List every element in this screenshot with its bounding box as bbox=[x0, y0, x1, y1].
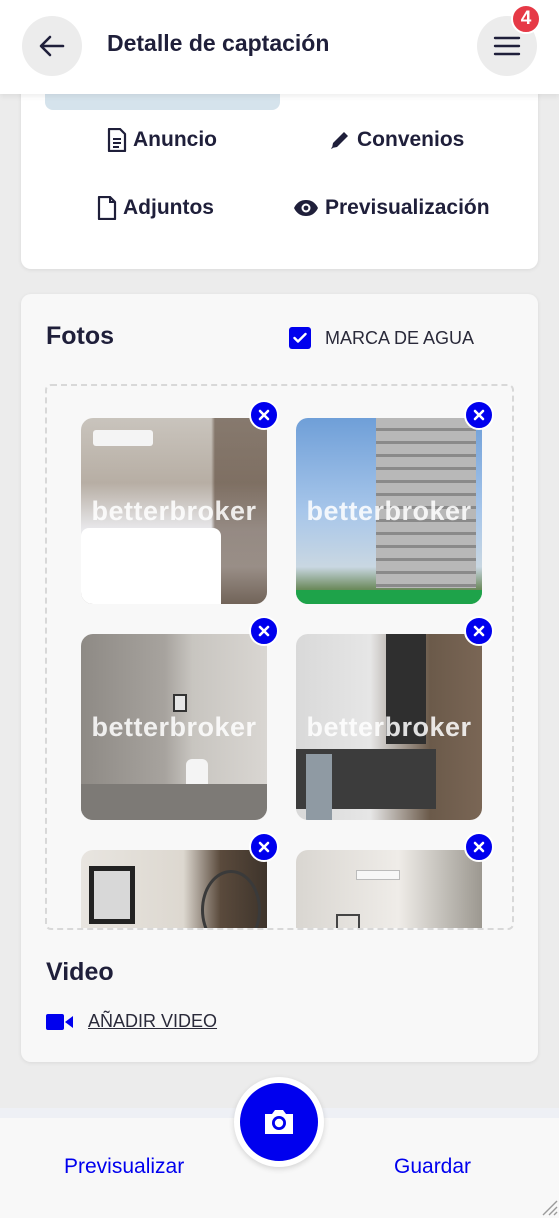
photo-watermark: betterbroker bbox=[296, 928, 482, 930]
photo-item[interactable]: betterbroker bbox=[81, 850, 267, 930]
photo-item[interactable]: betterbroker bbox=[81, 418, 267, 604]
photos-card: Fotos MARCA DE AGUA betterbroker betterb… bbox=[21, 294, 538, 1062]
arrow-left-icon bbox=[39, 35, 65, 57]
back-button[interactable] bbox=[22, 16, 82, 76]
photo-watermark: betterbroker bbox=[81, 928, 267, 930]
pencil-icon bbox=[331, 132, 348, 149]
resize-handle-icon[interactable] bbox=[540, 1198, 558, 1216]
page-title: Detalle de captación bbox=[107, 30, 330, 56]
anuncio-label: Anuncio bbox=[133, 128, 217, 151]
adjuntos-label: Adjuntos bbox=[123, 196, 214, 219]
photo-item[interactable]: betterbroker bbox=[296, 634, 482, 820]
remove-photo-button[interactable] bbox=[249, 616, 279, 646]
convenios-action[interactable]: Convenios bbox=[329, 128, 464, 152]
photo-item[interactable]: betterbroker bbox=[81, 634, 267, 820]
close-icon bbox=[258, 841, 270, 853]
camera-icon bbox=[265, 1110, 293, 1134]
photo-item[interactable]: betterbroker bbox=[296, 850, 482, 930]
eye-icon bbox=[294, 200, 318, 216]
photo-dropzone[interactable]: betterbroker betterbroker betterbroker b… bbox=[45, 384, 514, 930]
top-bar: Detalle de captación 4 bbox=[0, 0, 559, 94]
photos-title: Fotos bbox=[46, 322, 115, 350]
anuncio-action[interactable]: Anuncio bbox=[107, 128, 217, 152]
add-video-link[interactable]: AÑADIR VIDEO bbox=[46, 1011, 217, 1032]
video-title: Video bbox=[46, 958, 114, 986]
photo-watermark: betterbroker bbox=[306, 496, 472, 526]
actions-card: Anuncio Convenios Adjuntos Previsualizac… bbox=[21, 80, 538, 269]
preview-button[interactable]: Previsualizar bbox=[64, 1155, 184, 1179]
remove-photo-button[interactable] bbox=[249, 400, 279, 430]
watermark-checkbox[interactable] bbox=[289, 327, 311, 349]
hamburger-icon bbox=[493, 36, 521, 56]
file-icon bbox=[97, 196, 117, 220]
previsualizacion-action[interactable]: Previsualización bbox=[293, 196, 490, 220]
notification-badge: 4 bbox=[511, 4, 541, 34]
close-icon bbox=[258, 625, 270, 637]
remove-photo-button[interactable] bbox=[249, 832, 279, 862]
photo-item[interactable]: betterbroker bbox=[296, 418, 482, 604]
close-icon bbox=[258, 409, 270, 421]
convenios-label: Convenios bbox=[357, 128, 465, 151]
adjuntos-action[interactable]: Adjuntos bbox=[97, 196, 214, 220]
watermark-label: MARCA DE AGUA bbox=[325, 328, 475, 348]
document-text-icon bbox=[107, 128, 127, 152]
remove-photo-button[interactable] bbox=[464, 832, 494, 862]
photo-watermark: betterbroker bbox=[91, 712, 257, 742]
remove-photo-button[interactable] bbox=[464, 616, 494, 646]
add-video-label: AÑADIR VIDEO bbox=[88, 1011, 218, 1031]
close-icon bbox=[473, 409, 485, 421]
previsualizacion-label: Previsualización bbox=[325, 196, 490, 219]
camera-button[interactable] bbox=[234, 1077, 324, 1167]
remove-photo-button[interactable] bbox=[464, 400, 494, 430]
check-icon bbox=[293, 332, 307, 343]
photo-watermark: betterbroker bbox=[306, 712, 472, 742]
close-icon bbox=[473, 625, 485, 637]
video-camera-icon bbox=[46, 1013, 73, 1030]
save-button[interactable]: Guardar bbox=[394, 1155, 471, 1179]
close-icon bbox=[473, 841, 485, 853]
photo-watermark: betterbroker bbox=[91, 496, 257, 526]
